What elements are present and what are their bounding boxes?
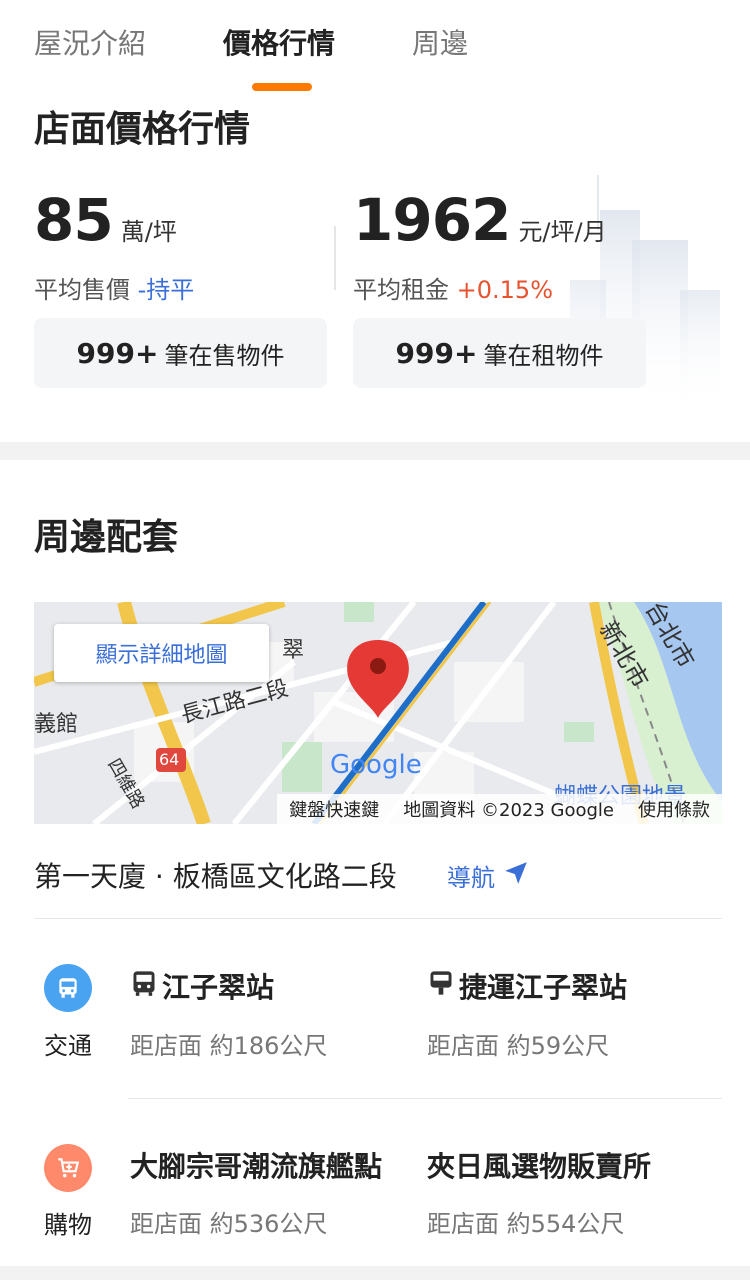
navigate-button[interactable]: 導航: [447, 858, 529, 893]
nearby-section-title: 周邊配套: [34, 517, 179, 558]
price-section-title: 店面價格行情: [34, 109, 251, 150]
category-transport-label: 交通: [44, 1032, 92, 1060]
bus-icon: [44, 964, 92, 1012]
rent-price-label-row: 平均租金 +0.15%: [353, 270, 553, 305]
place-shopping-2-name: 夾日風選物販賣所: [427, 1150, 652, 1183]
rent-price-value: 1962: [353, 186, 511, 254]
map-route-shield: 64: [159, 750, 180, 769]
place-transport-1-distance: 距店面 約186公尺: [130, 1032, 328, 1060]
place-transport-2-name: 捷運江子翠站: [459, 971, 628, 1004]
place-shopping-2[interactable]: 夾日風選物販賣所: [427, 1145, 651, 1185]
sale-price-value: 85: [34, 186, 114, 254]
sale-price-label: 平均售價: [34, 276, 130, 304]
navigation-arrow-icon: [503, 860, 529, 892]
bottom-separator: [0, 1266, 750, 1280]
tab-price-trend[interactable]: 價格行情: [223, 22, 335, 62]
tab-bar: 屋況介紹 價格行情 周邊: [0, 0, 750, 92]
place-shopping-1-distance: 距店面 約536公尺: [130, 1210, 328, 1238]
place-shopping-1[interactable]: 大腳宗哥潮流旗艦點: [130, 1145, 382, 1185]
rent-price-label: 平均租金: [353, 276, 449, 304]
sale-price-unit: 萬/坪: [120, 218, 177, 246]
category-shopping-label: 購物: [44, 1211, 92, 1239]
metro-icon: [427, 969, 455, 1004]
tab-property-intro[interactable]: 屋況介紹: [34, 22, 146, 62]
for-rent-count-button[interactable]: 999+ 筆在租物件: [353, 318, 646, 388]
address-divider: [34, 918, 722, 919]
bus-stop-icon: [130, 969, 158, 1004]
place-shopping-1-name: 大腳宗哥潮流旗艦點: [130, 1150, 383, 1183]
map-place-label: 翠: [282, 638, 305, 663]
address-text: 第一天廈 · 板橋區文化路二段: [34, 860, 397, 893]
place-transport-1-name: 江子翠站: [162, 971, 275, 1004]
sale-price-trend: -持平: [137, 276, 195, 304]
keyboard-shortcuts-link[interactable]: 鍵盤快速鍵: [289, 796, 379, 822]
section-separator: [0, 442, 750, 460]
place-transport-1[interactable]: 江子翠站: [130, 966, 274, 1006]
for-sale-count-label: 筆在售物件: [164, 341, 285, 370]
sale-price: 85 萬/坪: [34, 186, 177, 254]
map-hall-label: 義館: [34, 712, 79, 737]
price-divider: [334, 226, 336, 290]
google-logo: Google: [330, 750, 422, 780]
sale-price-label-row: 平均售價 -持平: [34, 270, 194, 305]
for-rent-count-label: 筆在租物件: [483, 341, 604, 370]
place-transport-2[interactable]: 捷運江子翠站: [427, 966, 627, 1006]
for-rent-count: 999+: [395, 336, 478, 370]
rent-price-trend: +0.15%: [456, 276, 553, 304]
place-transport-2-distance: 距店面 約59公尺: [427, 1032, 610, 1060]
map-view[interactable]: 長江路二段 翠 義館 四維路 64 新北市 台北市 蝴蝶公園地景 Google …: [34, 602, 722, 824]
row-divider: [128, 1098, 722, 1099]
active-tab-indicator: [252, 83, 312, 91]
terms-link[interactable]: 使用條款: [638, 796, 710, 822]
for-sale-count-button[interactable]: 999+ 筆在售物件: [34, 318, 327, 388]
rent-price: 1962 元/坪/月: [353, 186, 607, 254]
navigate-label: 導航: [447, 864, 495, 892]
shopping-cart-icon: [44, 1144, 92, 1192]
show-detailed-map-button[interactable]: 顯示詳細地圖: [54, 624, 269, 682]
for-sale-count: 999+: [76, 336, 159, 370]
rent-price-unit: 元/坪/月: [518, 218, 607, 246]
place-shopping-2-distance: 距店面 約554公尺: [427, 1210, 625, 1238]
map-data-credit: 地圖資料 ©2023 Google: [403, 800, 614, 821]
tab-nearby[interactable]: 周邊: [412, 22, 468, 62]
map-footer: 鍵盤快速鍵 地圖資料 ©2023 Google 使用條款: [277, 794, 722, 824]
